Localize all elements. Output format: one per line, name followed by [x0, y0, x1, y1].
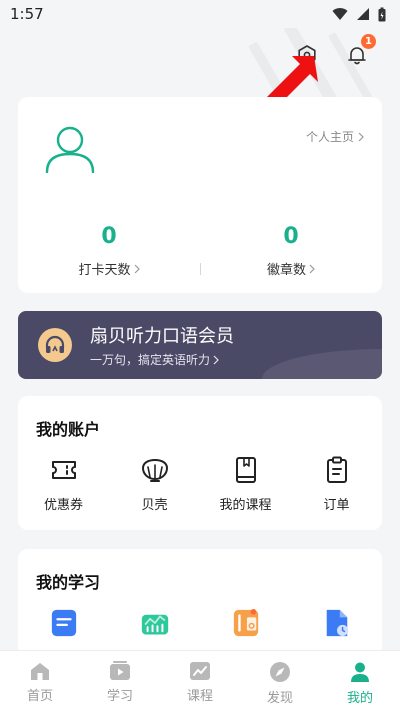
badges-label: 徽章数	[267, 259, 315, 278]
stats-chart-icon	[141, 609, 169, 637]
vip-subtitle: 一万句，搞定英语听力	[90, 351, 219, 368]
user-avatar-icon	[45, 126, 95, 174]
stats-divider	[200, 263, 201, 275]
chevron-right-icon	[213, 355, 219, 364]
orders-item[interactable]: 订单	[291, 456, 382, 513]
shell-icon	[141, 456, 169, 484]
headphones-logo-icon	[38, 328, 72, 362]
orders-label: 订单	[323, 498, 350, 513]
compass-icon	[270, 662, 290, 682]
tab-discover[interactable]: 发现	[240, 651, 320, 711]
tab-mine-label: 我的	[346, 691, 373, 706]
personal-homepage-link[interactable]: 个人主页	[306, 128, 364, 145]
ticket-icon	[50, 456, 78, 484]
tab-courses[interactable]: 课程	[160, 651, 240, 711]
vip-membership-banner[interactable]: 扇贝听力口语会员 一万句，搞定英语听力	[18, 311, 382, 379]
notification-button[interactable]: 1	[344, 34, 376, 68]
vocabulary-icon	[232, 609, 260, 637]
battery-icon	[378, 7, 386, 21]
account-grid: 优惠券 贝壳 我的课程 订单	[18, 456, 382, 513]
study-grid	[18, 609, 382, 637]
my-courses-label: 我的课程	[219, 498, 272, 513]
play-icon	[110, 661, 130, 680]
my-study-title: 我的学习	[36, 573, 101, 592]
my-courses-item[interactable]: 我的课程	[200, 456, 291, 513]
signal-icon	[357, 8, 369, 20]
wifi-icon	[332, 8, 348, 20]
book-icon	[232, 456, 260, 484]
person-icon	[351, 662, 369, 682]
chevron-right-icon	[309, 264, 315, 273]
clipboard-icon	[323, 456, 351, 484]
status-time: 1:57	[10, 5, 44, 23]
vip-subtitle-text: 一万句，搞定英语听力	[90, 353, 211, 367]
notes-icon	[50, 609, 78, 637]
shells-item[interactable]: 贝壳	[109, 456, 200, 513]
coupons-label: 优惠券	[43, 498, 83, 513]
checkin-days-label-text: 打卡天数	[78, 263, 131, 278]
chart-icon	[190, 662, 210, 680]
checkin-days-stat[interactable]: 0 打卡天数	[18, 225, 200, 278]
tab-study-label: 学习	[106, 689, 133, 704]
my-account-card: 我的账户 优惠券 贝壳 我的课程 订单	[18, 396, 382, 530]
tab-discover-label: 发现	[266, 691, 293, 706]
home-icon	[31, 663, 49, 680]
study-notes-item[interactable]	[18, 609, 109, 637]
bottom-tab-bar: 首页 学习 课程 发现 我的	[0, 650, 400, 711]
study-files-item[interactable]	[291, 609, 382, 637]
checkin-days-label: 打卡天数	[78, 259, 140, 278]
profile-card: 个人主页 0 打卡天数 0 徽章数	[18, 97, 382, 293]
personal-homepage-label: 个人主页	[305, 130, 354, 144]
checkin-days-value: 0	[101, 224, 117, 249]
coupons-item[interactable]: 优惠券	[18, 456, 109, 513]
tab-home-label: 首页	[26, 689, 53, 704]
tab-study[interactable]: 学习	[80, 651, 160, 711]
status-bar: 1:57	[0, 0, 400, 28]
notification-badge: 1	[361, 34, 376, 49]
my-account-title: 我的账户	[36, 420, 101, 439]
badges-stat[interactable]: 0 徽章数	[200, 225, 382, 278]
vip-title: 扇贝听力口语会员	[90, 326, 234, 347]
chevron-right-icon	[134, 264, 140, 273]
tab-mine[interactable]: 我的	[320, 651, 400, 711]
badges-value: 0	[283, 224, 299, 249]
file-clock-icon	[323, 609, 351, 637]
tab-courses-label: 课程	[186, 689, 213, 704]
avatar[interactable]	[44, 125, 96, 177]
chevron-right-icon	[358, 132, 364, 141]
study-vocab-item[interactable]	[200, 609, 291, 637]
study-stats-item[interactable]	[109, 609, 200, 637]
badges-label-text: 徽章数	[266, 263, 306, 278]
tab-home[interactable]: 首页	[0, 651, 80, 711]
shells-label: 贝壳	[141, 498, 168, 513]
banner-wave-decoration	[262, 349, 382, 379]
status-icons	[332, 7, 386, 22]
